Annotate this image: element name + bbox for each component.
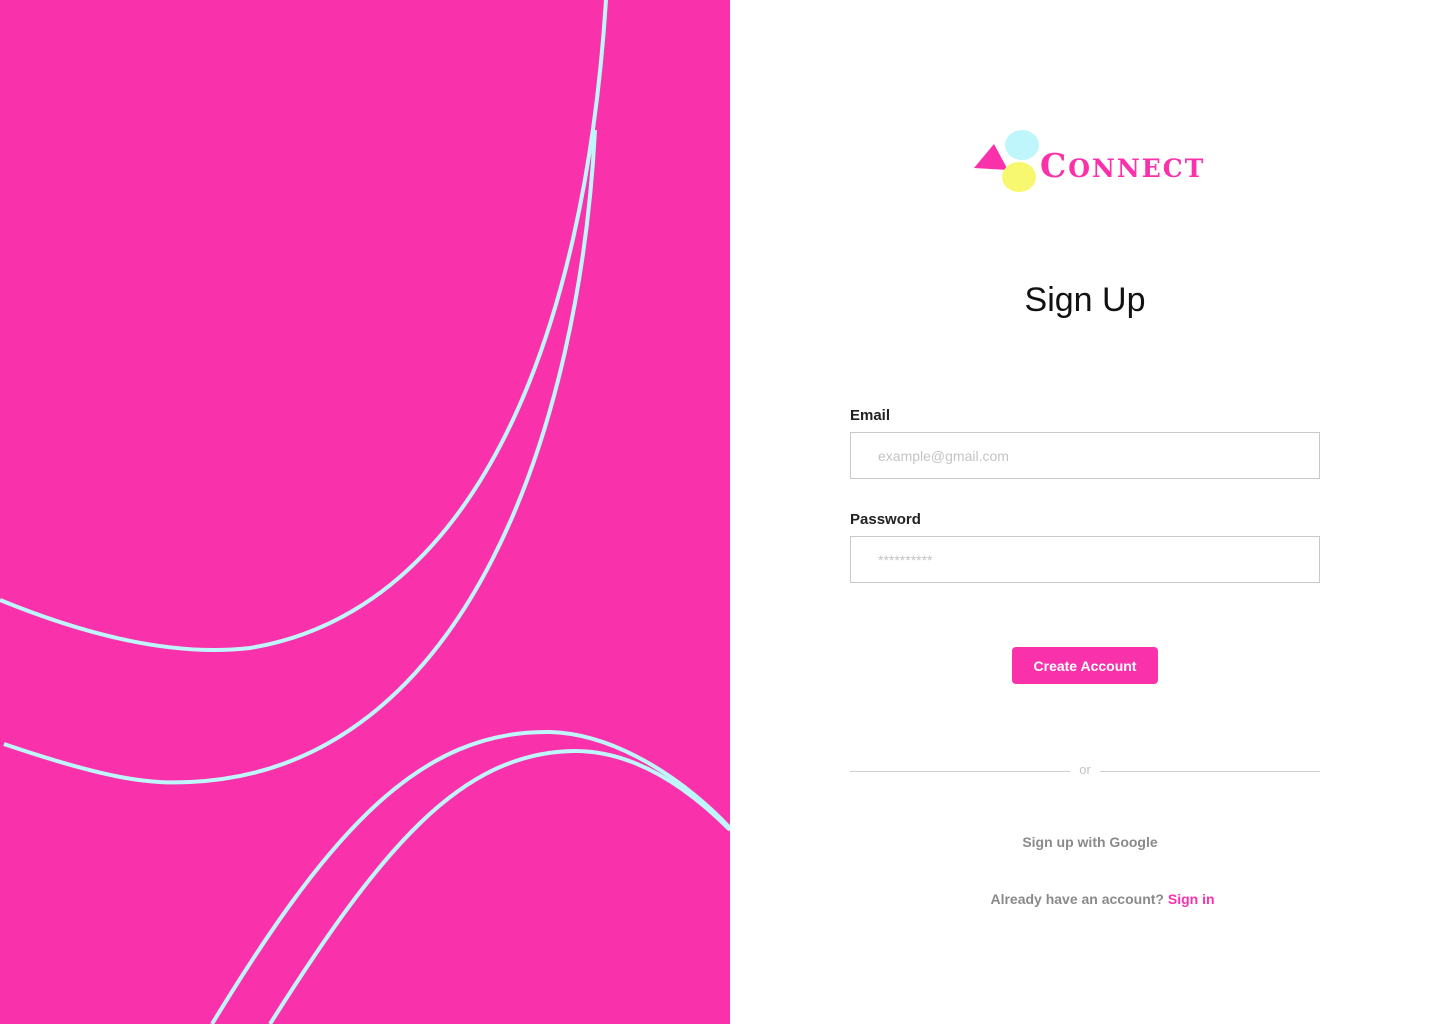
curve-lower-outer	[210, 729, 730, 1024]
email-field[interactable]	[850, 432, 1320, 479]
logo-yellow-circle-icon	[1002, 162, 1036, 192]
divider-text: or	[1079, 762, 1091, 777]
email-label: Email	[850, 407, 891, 424]
signin-prompt-row: Already have an account? Sign in	[730, 891, 1440, 907]
signin-link[interactable]: Sign in	[1168, 891, 1215, 907]
logo-rest: ONNECT	[1068, 154, 1206, 183]
signup-form-panel: CONNECT Sign Up Email Password Create Ac…	[730, 0, 1440, 1024]
curve-middle	[3, 129, 597, 785]
password-label: Password	[850, 511, 921, 528]
logo-cyan-circle-icon	[1005, 130, 1039, 160]
connect-logo: CONNECT	[974, 128, 1203, 194]
create-account-button[interactable]: Create Account	[1012, 647, 1158, 684]
divider-line-right	[1100, 771, 1320, 772]
divider-line-left	[850, 771, 1070, 772]
logo-shapes-icon	[974, 130, 1039, 192]
password-field[interactable]	[850, 536, 1320, 583]
logo-initial: C	[1040, 146, 1069, 185]
signup-page: CONNECT Sign Up Email Password Create Ac…	[0, 0, 1440, 1024]
google-signup-button[interactable]: Sign up with Google	[1010, 834, 1170, 850]
decorative-art-panel	[0, 0, 730, 1024]
curve-lower-inner	[268, 748, 730, 1024]
decorative-curves	[0, 0, 730, 1024]
page-title: Sign Up	[1024, 281, 1146, 319]
logo-wordmark: CONNECT	[1040, 146, 1205, 185]
signin-prompt-text: Already have an account?	[990, 891, 1164, 907]
curve-upper	[0, 0, 608, 653]
logo-triangle-icon	[974, 144, 1008, 170]
